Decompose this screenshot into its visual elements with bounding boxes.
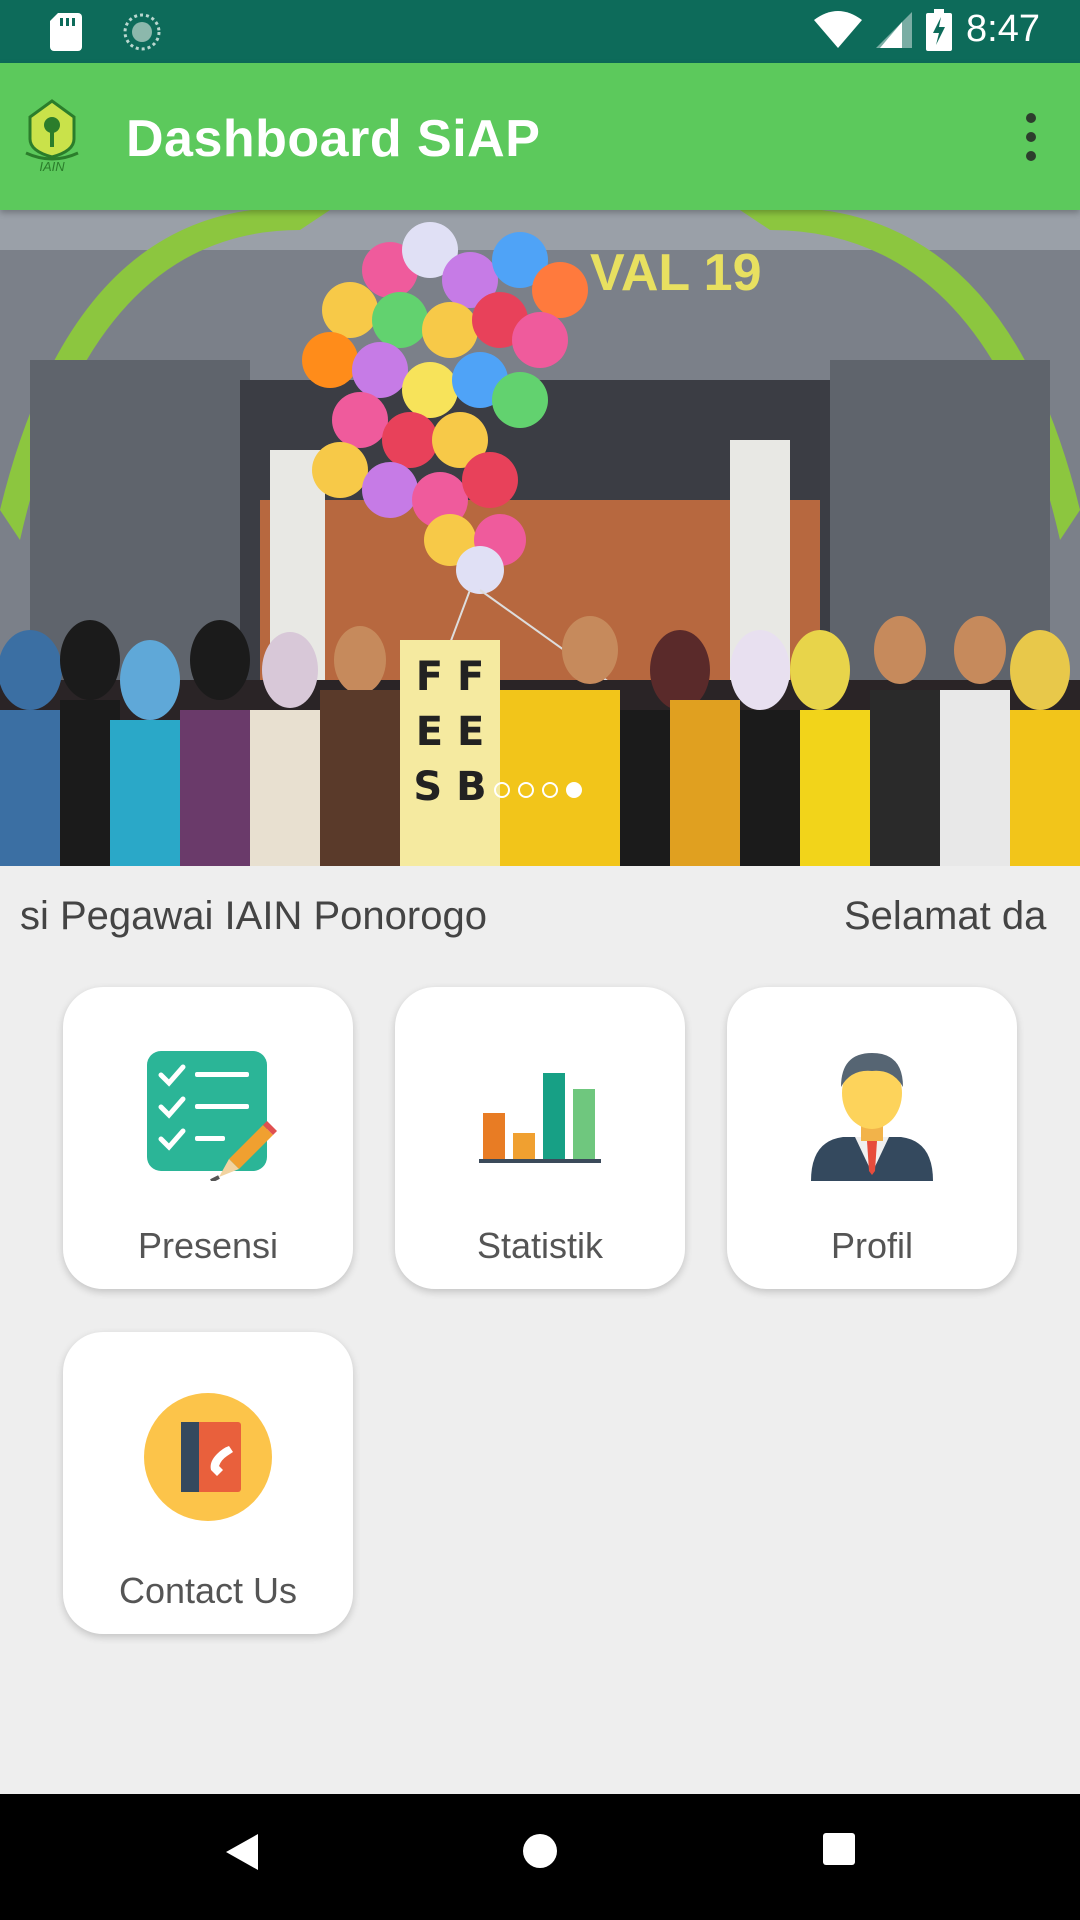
page-dot — [494, 782, 510, 798]
page-dot — [518, 782, 534, 798]
menu-card-statistik[interactable]: Statistik — [395, 987, 685, 1289]
svg-text:S B: S B — [413, 764, 486, 810]
menu-label-statistik: Statistik — [476, 1225, 604, 1266]
status-right-icons: 8:47 — [814, 8, 1040, 51]
status-left-icons — [50, 12, 162, 52]
menu-label-presensi: Presensi — [137, 1225, 279, 1266]
svg-text:F F: F F — [416, 654, 485, 700]
iain-logo-icon: IAIN — [25, 99, 79, 174]
user-profile-icon — [811, 1053, 933, 1181]
back-icon[interactable] — [224, 1832, 260, 1872]
battery-charging-icon — [926, 8, 953, 51]
sync-icon — [123, 13, 161, 51]
banner-sign-text: VAL 19 — [590, 244, 762, 302]
more-vert-icon[interactable] — [1024, 113, 1038, 161]
cell-signal-icon — [876, 11, 913, 48]
page-dot — [542, 782, 558, 798]
page-dot-active — [566, 782, 582, 798]
running-text-right: Selamat da — [844, 894, 1047, 938]
menu-card-profil[interactable]: Profil — [727, 987, 1017, 1289]
contact-book-icon — [144, 1393, 272, 1521]
system-navigation-bar — [0, 1794, 1080, 1920]
bar-chart-icon — [479, 1073, 601, 1163]
menu-card-contact-us[interactable]: Contact Us — [63, 1332, 353, 1634]
menu-label-contact-us: Contact Us — [118, 1570, 298, 1611]
image-carousel[interactable]: VAL 19 F F E E S B — [0, 210, 1080, 866]
app-title: Dashboard SiAP — [126, 110, 541, 168]
placard: F F E E S B — [400, 640, 500, 866]
recents-icon[interactable] — [822, 1832, 856, 1866]
wifi-icon — [814, 10, 863, 48]
status-bar: 8:47 — [0, 0, 1080, 63]
running-text-left: si Pegawai IAIN Ponorogo — [20, 894, 487, 938]
running-text: si Pegawai IAIN Ponorogo Selamat da — [0, 866, 1080, 966]
svg-text:E E: E E — [416, 709, 485, 755]
menu-label-profil: Profil — [830, 1225, 914, 1266]
carousel-photo: VAL 19 F F E E S B — [0, 210, 1080, 866]
menu-card-presensi[interactable]: Presensi — [63, 987, 353, 1289]
status-time: 8:47 — [966, 8, 1040, 50]
logo-text: IAIN — [39, 159, 65, 174]
carousel-indicator — [494, 782, 582, 798]
home-icon[interactable] — [521, 1832, 559, 1870]
app-bar: IAIN Dashboard SiAP — [0, 63, 1080, 210]
sd-card-icon — [50, 13, 82, 51]
checklist-icon — [147, 1051, 277, 1181]
